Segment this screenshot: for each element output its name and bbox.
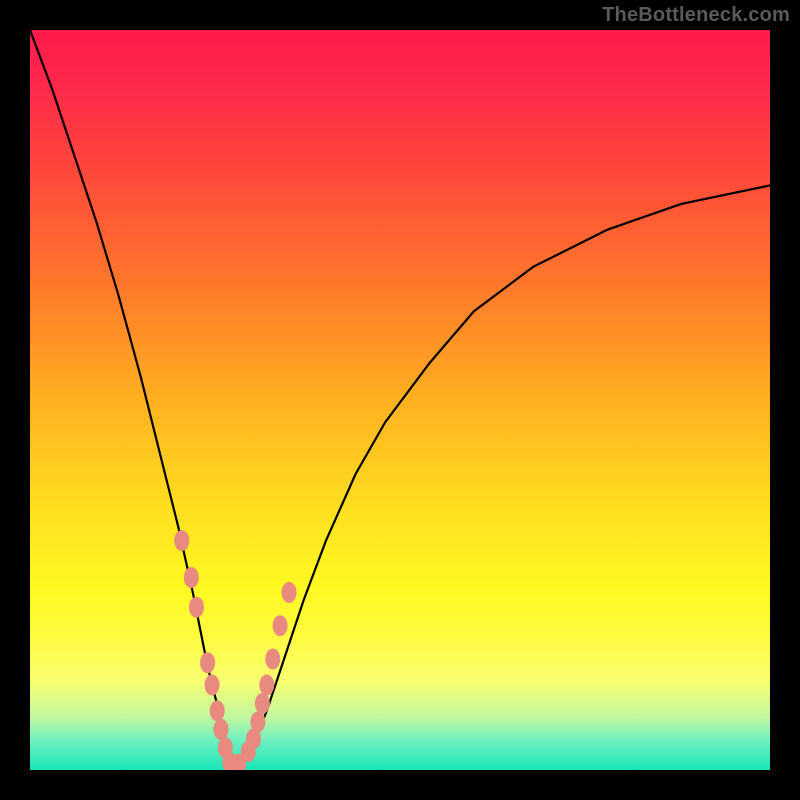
chart-frame: TheBottleneck.com bbox=[0, 0, 800, 800]
watermark-text: TheBottleneck.com bbox=[602, 4, 790, 27]
gradient-background bbox=[30, 30, 770, 770]
plot-area bbox=[30, 30, 770, 770]
